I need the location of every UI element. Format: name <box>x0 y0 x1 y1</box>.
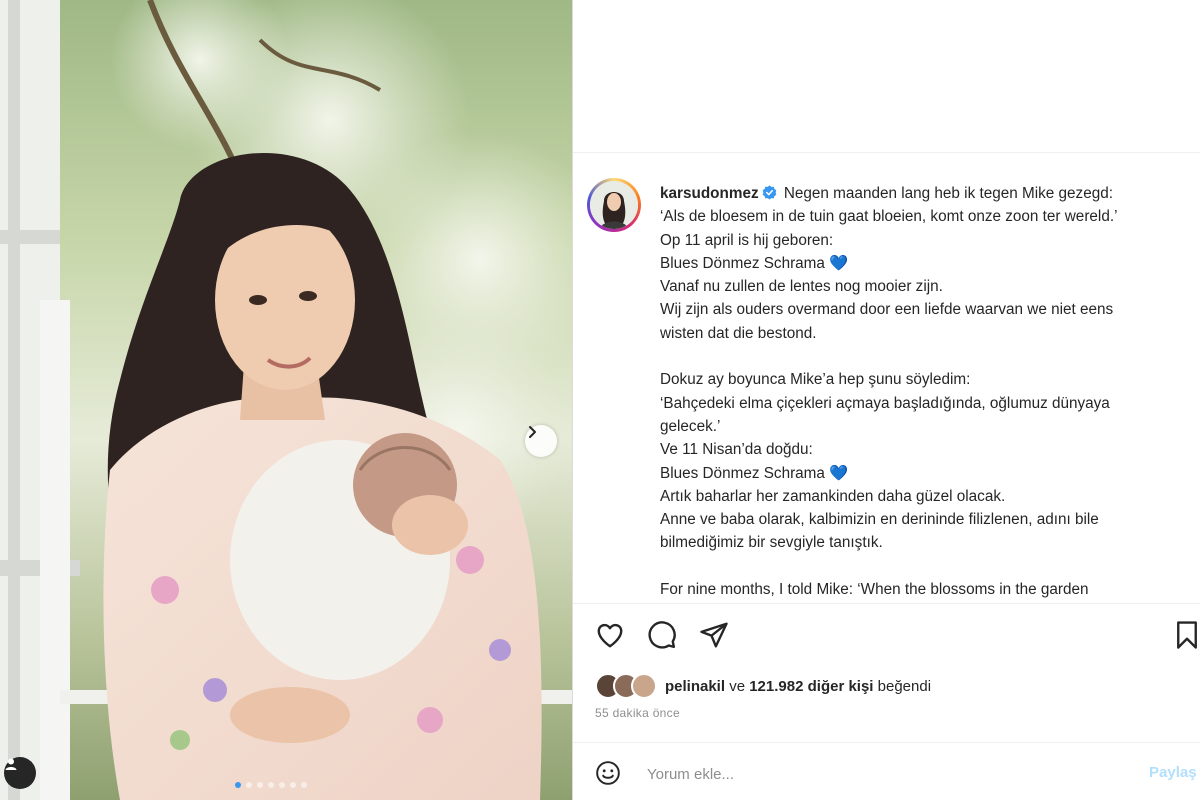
caption-line: Artık baharlar her zamankinden daha güze… <box>660 487 1006 505</box>
caption-line: bilmediğimiz bir sevgiyle tanıştık. <box>660 534 883 552</box>
likes-text: pelinakil ve 121.982 diğer kişi beğendi <box>665 678 931 695</box>
caption-text: karsudonmez Negen maanden lang heb ik te… <box>660 182 1200 601</box>
post-detail-panel: karsudonmez Negen maanden lang heb ik te… <box>572 0 1200 800</box>
caption-line: ‘Als de bloesem in de tuin gaat bloeien,… <box>660 208 1118 226</box>
likes-count[interactable]: 121.982 diğer kişi <box>749 678 873 695</box>
bookmark-icon[interactable] <box>1173 620 1200 650</box>
caption-line: Blues Dönmez Schrama 💙 <box>660 254 849 272</box>
verified-badge-icon <box>762 185 776 200</box>
action-bar <box>573 603 1200 670</box>
likes-summary: pelinakil ve 121.982 diğer kişi beğendi <box>595 673 931 699</box>
caption-line: Op 11 april is hij geboren: <box>660 231 834 249</box>
caption-line: Dokuz ay boyunca Mike’a hep şunu söyledi… <box>660 371 971 389</box>
carousel-next-button[interactable] <box>525 425 557 457</box>
photo-illustration <box>0 0 572 800</box>
caption-line: For nine months, I told Mike: ‘When the … <box>660 581 1089 599</box>
post-photo[interactable] <box>0 0 572 800</box>
caption-line: Ve 11 Nisan’da doğdu: <box>660 441 813 459</box>
caption-line: wisten dat die bestond. <box>660 324 817 342</box>
comment-icon[interactable] <box>647 620 677 650</box>
liker-username[interactable]: pelinakil <box>665 678 725 695</box>
caption-line: ‘Bahçedeki elma çiçekleri açmaya başladı… <box>660 394 1110 412</box>
carousel-indicator <box>235 782 307 788</box>
avatar[interactable] <box>587 178 641 232</box>
user-tag-button[interactable] <box>4 757 36 789</box>
panel-header-area <box>573 0 1200 153</box>
caption-line: Vanaf nu zullen de lentes nog mooier zij… <box>660 278 943 296</box>
comment-input[interactable] <box>645 761 1129 787</box>
chevron-right-icon <box>529 426 536 438</box>
carousel-dot <box>290 782 296 788</box>
caption-line: gelecek.’ <box>660 417 721 435</box>
heart-icon[interactable] <box>595 620 625 650</box>
carousel-dot <box>235 782 241 788</box>
avatar-image <box>590 181 638 229</box>
caption-line: Negen maanden lang heb ik tegen Mike gez… <box>783 185 1113 202</box>
carousel-dot <box>268 782 274 788</box>
caption-body: Negen maanden lang heb ik tegen Mike gez… <box>660 185 1117 598</box>
share-icon[interactable] <box>699 620 729 650</box>
post-caption: karsudonmez Negen maanden lang heb ik te… <box>587 178 1200 602</box>
carousel-dot <box>301 782 307 788</box>
carousel-dot <box>246 782 252 788</box>
likes-connector: ve <box>729 677 746 695</box>
caption-username[interactable]: karsudonmez <box>660 185 759 202</box>
user-tag-icon <box>5 758 17 770</box>
caption-line: Blues Dönmez Schrama 💙 <box>660 464 849 482</box>
caption-line: Wij zijn als ouders overmand door een li… <box>660 301 1114 319</box>
post-comment-button[interactable]: Paylaş <box>1149 764 1197 781</box>
carousel-dot <box>279 782 285 788</box>
carousel-dot <box>257 782 263 788</box>
liker-avatar <box>631 673 657 699</box>
comment-bar: Paylaş <box>573 742 1200 801</box>
post-timestamp[interactable]: 55 dakika önce <box>595 706 680 720</box>
avatar-portrait <box>590 181 638 229</box>
emoji-icon[interactable] <box>595 760 621 786</box>
caption-line: Anne ve baba olarak, kalbimizin en derin… <box>660 511 1099 529</box>
likes-suffix: beğendi <box>877 677 932 695</box>
